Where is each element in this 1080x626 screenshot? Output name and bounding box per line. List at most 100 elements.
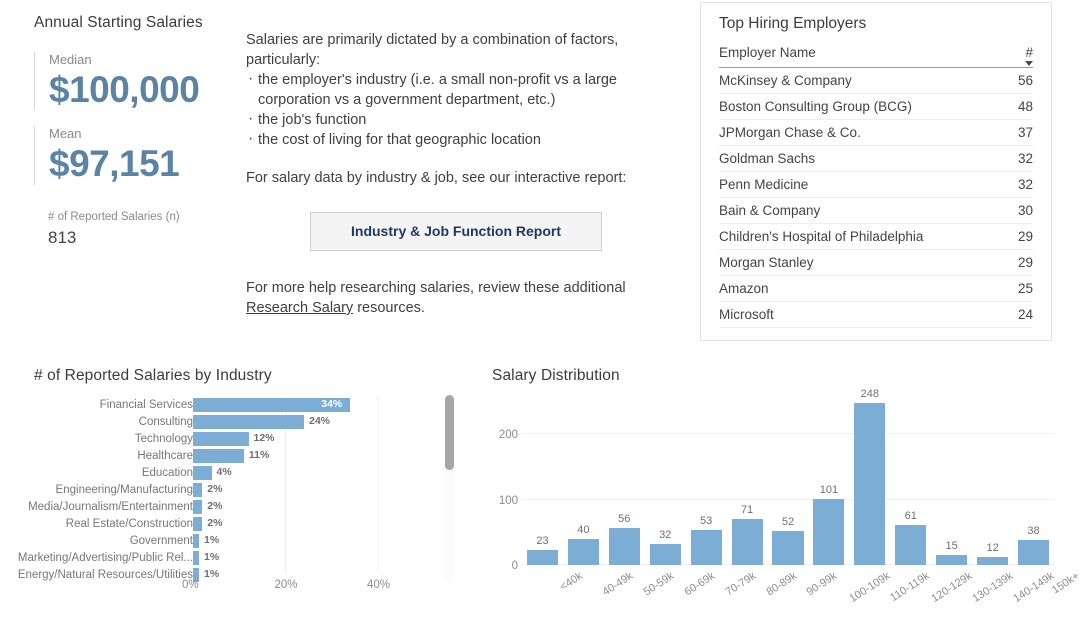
sort-descending-caret-icon[interactable] xyxy=(1025,61,1033,66)
salary-distribution-bar-value: 53 xyxy=(686,515,727,527)
industry-bar-row[interactable]: Media/Journalism/Entertainment2% xyxy=(34,499,464,516)
industry-bar[interactable] xyxy=(193,517,202,531)
column-header-count[interactable]: # xyxy=(1011,45,1033,68)
employer-name-cell: Penn Medicine xyxy=(719,172,1011,198)
industry-bar-row[interactable]: Real Estate/Construction2% xyxy=(34,516,464,533)
employer-name-cell: Children's Hospital of Philadelphia xyxy=(719,224,1011,250)
industry-bar-label: Healthcare xyxy=(0,448,193,465)
employer-count-cell: 32 xyxy=(1011,172,1033,198)
list-item: the job's function xyxy=(246,110,666,130)
industry-bar-row[interactable]: Education4% xyxy=(34,465,464,482)
x-axis-tick-label: 50-59k xyxy=(641,570,676,598)
research-help-suffix: resources. xyxy=(353,300,425,316)
salary-distribution-bar-value: 56 xyxy=(604,513,645,525)
table-row[interactable]: Morgan Stanley29 xyxy=(719,250,1033,276)
employers-table-body: McKinsey & Company56Boston Consulting Gr… xyxy=(719,68,1033,328)
salary-distribution-bar-value: 15 xyxy=(931,540,972,552)
industry-bar-row[interactable]: Financial Services34% xyxy=(34,397,464,414)
industry-bar[interactable] xyxy=(193,551,199,565)
top-hiring-employers-panel: Top Hiring Employers Employer Name # McK… xyxy=(700,2,1052,341)
employer-count-cell: 29 xyxy=(1011,224,1033,250)
employer-name-cell: Bain & Company xyxy=(719,198,1011,224)
salary-distribution-bar[interactable] xyxy=(650,544,681,565)
salary-distribution-bar[interactable] xyxy=(1018,540,1049,565)
salary-distribution-bar[interactable] xyxy=(977,557,1008,565)
salary-distribution-bar[interactable] xyxy=(813,499,844,565)
salary-distribution-bar[interactable] xyxy=(895,525,926,565)
industry-bar[interactable] xyxy=(193,534,199,548)
salary-distribution-plot: 010020023<40k4040-49k5650-59k3260-69k537… xyxy=(492,395,1072,620)
research-help-text: For more help researching salaries, revi… xyxy=(246,278,666,318)
reported-salaries-count: # of Reported Salaries (n) 813 xyxy=(34,211,234,248)
industry-bar-row[interactable]: Consulting24% xyxy=(34,414,464,431)
industry-bar-value: 11% xyxy=(249,448,269,463)
median-kpi: Median $100,000 xyxy=(34,52,234,110)
industry-bar-value: 24% xyxy=(309,414,330,429)
industry-bar-row[interactable]: Healthcare11% xyxy=(34,448,464,465)
table-row[interactable]: Amazon25 xyxy=(719,276,1033,302)
industry-bar-value: 2% xyxy=(207,499,222,514)
employer-name-cell: McKinsey & Company xyxy=(719,68,1011,94)
industry-bar-value: 12% xyxy=(254,431,275,446)
column-header-count-label: # xyxy=(1025,45,1033,60)
industry-bar[interactable] xyxy=(193,432,249,446)
table-row[interactable]: Microsoft24 xyxy=(719,302,1033,328)
industry-bar[interactable] xyxy=(193,466,212,480)
employer-name-cell: Microsoft xyxy=(719,302,1011,328)
salary-distribution-bars: 010020023<40k4040-49k5650-59k3260-69k537… xyxy=(522,395,1054,565)
industry-bar[interactable] xyxy=(193,500,202,514)
x-axis-tick-label: 80-89k xyxy=(764,570,799,598)
x-axis-tick-label: 100-109k xyxy=(848,570,893,605)
table-row[interactable]: McKinsey & Company56 xyxy=(719,68,1033,94)
table-row[interactable]: Penn Medicine32 xyxy=(719,172,1033,198)
industry-bar[interactable] xyxy=(193,449,244,463)
x-axis-tick-label: 130-139k xyxy=(971,570,1016,605)
salary-distribution-bar-value: 101 xyxy=(808,484,849,496)
salary-distribution-bar[interactable] xyxy=(732,519,763,565)
employer-name-cell: JPMorgan Chase & Co. xyxy=(719,120,1011,146)
salary-distribution-bar[interactable] xyxy=(691,530,722,565)
table-row[interactable]: Children's Hospital of Philadelphia29 xyxy=(719,224,1033,250)
industry-bar-row[interactable]: Marketing/Advertising/Public Rel...1% xyxy=(34,550,464,567)
reported-salaries-value: 813 xyxy=(48,228,234,248)
employer-name-cell: Goldman Sachs xyxy=(719,146,1011,172)
salary-distribution-bar[interactable] xyxy=(609,528,640,565)
median-value: $100,000 xyxy=(49,69,234,110)
employer-count-cell: 24 xyxy=(1011,302,1033,328)
table-row[interactable]: JPMorgan Chase & Co.37 xyxy=(719,120,1033,146)
employer-name-cell: Amazon xyxy=(719,276,1011,302)
industry-bar-row[interactable]: Government1% xyxy=(34,533,464,550)
salary-distribution-bar[interactable] xyxy=(772,531,803,565)
industry-x-tick: 20% xyxy=(275,579,298,591)
salary-distribution-bar-value: 52 xyxy=(768,516,809,528)
industry-bar-label: Media/Journalism/Entertainment xyxy=(0,499,193,516)
salary-distribution-bar[interactable] xyxy=(936,555,967,565)
gridline xyxy=(522,499,1054,500)
table-header-row: Employer Name # xyxy=(719,45,1033,68)
table-row[interactable]: Goldman Sachs32 xyxy=(719,146,1033,172)
industry-x-tick: 0% xyxy=(182,579,199,591)
industry-chart-scrollbar-thumb[interactable] xyxy=(445,395,454,470)
salary-distribution-bar[interactable] xyxy=(527,550,558,565)
salary-distribution-bar[interactable] xyxy=(568,539,599,565)
employer-count-cell: 56 xyxy=(1011,68,1033,94)
industry-bar[interactable] xyxy=(193,483,202,497)
salary-distribution-bar-value: 32 xyxy=(645,529,686,541)
table-row[interactable]: Bain & Company30 xyxy=(719,198,1033,224)
industry-bar-value: 1% xyxy=(204,550,219,565)
salary-distribution-bar[interactable] xyxy=(854,403,885,565)
industry-bar-label: Engineering/Manufacturing xyxy=(0,482,193,499)
salary-distribution-bar-value: 38 xyxy=(1013,525,1054,537)
mean-kpi: Mean $97,151 xyxy=(34,126,234,184)
industry-bar-row[interactable]: Engineering/Manufacturing2% xyxy=(34,482,464,499)
industry-job-function-report-button[interactable]: Industry & Job Function Report xyxy=(310,212,602,251)
research-salary-link[interactable]: Research Salary xyxy=(246,300,353,316)
industry-bar-row[interactable]: Technology12% xyxy=(34,431,464,448)
table-row[interactable]: Boston Consulting Group (BCG)48 xyxy=(719,94,1033,120)
column-header-employer-name[interactable]: Employer Name xyxy=(719,45,1011,68)
industry-bar[interactable] xyxy=(193,415,304,429)
employer-name-cell: Boston Consulting Group (BCG) xyxy=(719,94,1011,120)
factors-list: the employer's industry (i.e. a small no… xyxy=(246,70,666,150)
list-item: the employer's industry (i.e. a small no… xyxy=(246,70,666,110)
industry-bar-value: 1% xyxy=(204,533,219,548)
